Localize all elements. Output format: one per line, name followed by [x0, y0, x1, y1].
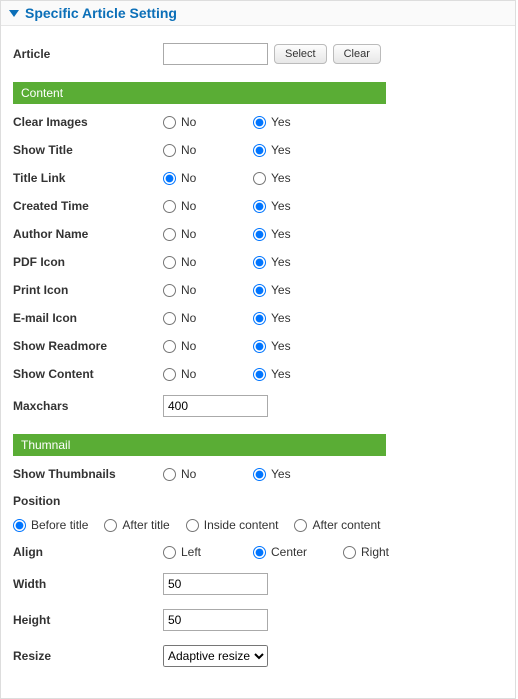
- article-label: Article: [13, 47, 163, 61]
- show-thumbnails-yes[interactable]: [253, 468, 266, 481]
- row-show-content: Show Content No Yes: [13, 360, 503, 388]
- show-title-no[interactable]: [163, 144, 176, 157]
- author-name-no[interactable]: [163, 228, 176, 241]
- label-maxchars: Maxchars: [13, 399, 163, 413]
- author-name-yes[interactable]: [253, 228, 266, 241]
- position-after-content[interactable]: [294, 519, 307, 532]
- pdf-icon-yes[interactable]: [253, 256, 266, 269]
- panel-title: Specific Article Setting: [25, 5, 177, 21]
- title-link-no[interactable]: [163, 172, 176, 185]
- row-height: Height: [13, 602, 503, 638]
- clear-images-yes[interactable]: [253, 116, 266, 129]
- resize-select[interactable]: Adaptive resize: [163, 645, 268, 667]
- position-inside[interactable]: [186, 519, 199, 532]
- created-time-no[interactable]: [163, 200, 176, 213]
- label-print-icon: Print Icon: [13, 283, 163, 297]
- row-print-icon: Print Icon No Yes: [13, 276, 503, 304]
- section-thumbnail-header: Thumnail: [13, 434, 386, 456]
- label-width: Width: [13, 577, 163, 591]
- clear-images-no[interactable]: [163, 116, 176, 129]
- email-icon-no[interactable]: [163, 312, 176, 325]
- label-show-readmore: Show Readmore: [13, 339, 163, 353]
- collapse-caret-icon: [9, 10, 19, 17]
- row-pdf-icon: PDF Icon No Yes: [13, 248, 503, 276]
- maxchars-input[interactable]: [163, 395, 268, 417]
- show-thumbnails-no[interactable]: [163, 468, 176, 481]
- row-clear-images: Clear Images No Yes: [13, 108, 503, 136]
- row-show-title: Show Title No Yes: [13, 136, 503, 164]
- label-clear-images: Clear Images: [13, 115, 163, 129]
- show-content-no[interactable]: [163, 368, 176, 381]
- row-author-name: Author Name No Yes: [13, 220, 503, 248]
- label-show-title: Show Title: [13, 143, 163, 157]
- row-title-link: Title Link No Yes: [13, 164, 503, 192]
- width-input[interactable]: [163, 573, 268, 595]
- email-icon-yes[interactable]: [253, 312, 266, 325]
- label-resize: Resize: [13, 649, 163, 663]
- label-height: Height: [13, 613, 163, 627]
- created-time-yes[interactable]: [253, 200, 266, 213]
- show-readmore-yes[interactable]: [253, 340, 266, 353]
- row-align: Align Left Center Right: [13, 538, 503, 566]
- align-center[interactable]: [253, 546, 266, 559]
- height-input[interactable]: [163, 609, 268, 631]
- settings-panel: Specific Article Setting Article Select …: [0, 0, 516, 699]
- label-title-link: Title Link: [13, 171, 163, 185]
- show-content-yes[interactable]: [253, 368, 266, 381]
- title-link-yes[interactable]: [253, 172, 266, 185]
- position-options: Before title After title Inside content …: [13, 512, 503, 538]
- row-width: Width: [13, 566, 503, 602]
- row-email-icon: E-mail Icon No Yes: [13, 304, 503, 332]
- panel-body: Article Select Clear Content Clear Image…: [1, 26, 515, 698]
- row-resize: Resize Adaptive resize: [13, 638, 503, 674]
- align-right[interactable]: [343, 546, 356, 559]
- article-row: Article Select Clear: [13, 36, 503, 72]
- panel-header[interactable]: Specific Article Setting: [1, 1, 515, 26]
- pdf-icon-no[interactable]: [163, 256, 176, 269]
- label-author-name: Author Name: [13, 227, 163, 241]
- show-title-yes[interactable]: [253, 144, 266, 157]
- print-icon-no[interactable]: [163, 284, 176, 297]
- print-icon-yes[interactable]: [253, 284, 266, 297]
- label-show-content: Show Content: [13, 367, 163, 381]
- position-before[interactable]: [13, 519, 26, 532]
- label-created-time: Created Time: [13, 199, 163, 213]
- row-maxchars: Maxchars: [13, 388, 503, 424]
- show-readmore-no[interactable]: [163, 340, 176, 353]
- label-position: Position: [13, 494, 163, 508]
- position-after[interactable]: [104, 519, 117, 532]
- label-align: Align: [13, 545, 163, 559]
- row-show-thumbnails: Show Thumbnails No Yes: [13, 460, 503, 488]
- label-email-icon: E-mail Icon: [13, 311, 163, 325]
- select-button[interactable]: Select: [274, 44, 327, 64]
- article-input[interactable]: [163, 43, 268, 65]
- align-left[interactable]: [163, 546, 176, 559]
- row-show-readmore: Show Readmore No Yes: [13, 332, 503, 360]
- row-created-time: Created Time No Yes: [13, 192, 503, 220]
- label-pdf-icon: PDF Icon: [13, 255, 163, 269]
- label-show-thumbnails: Show Thumbnails: [13, 467, 163, 481]
- section-content-header: Content: [13, 82, 386, 104]
- clear-button[interactable]: Clear: [333, 44, 381, 64]
